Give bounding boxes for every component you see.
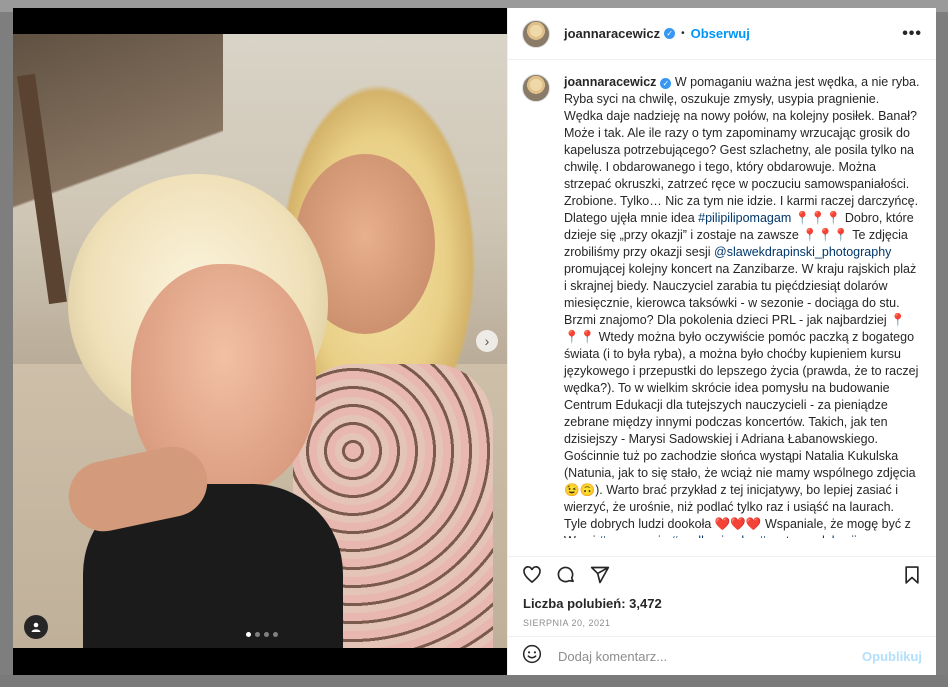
carousel-dot — [273, 632, 278, 637]
avatar[interactable] — [522, 74, 550, 102]
post-media: › — [13, 8, 507, 675]
comment-input[interactable] — [556, 647, 863, 665]
action-bar — [508, 556, 936, 592]
carousel-dot — [264, 632, 269, 637]
verified-icon: ✓ — [660, 78, 672, 89]
post-photo[interactable] — [13, 34, 507, 648]
post-date[interactable]: SIERPNIA 20, 2021 — [523, 618, 611, 628]
save-button[interactable] — [900, 563, 924, 587]
share-icon — [590, 566, 610, 583]
caption-tag-link[interactable]: #wędkanieryba — [671, 534, 755, 538]
carousel-dot — [246, 632, 251, 637]
more-options-button[interactable]: ••• — [902, 25, 922, 43]
post-header: joannaracewicz ✓ • Obserwuj ••• — [508, 8, 936, 60]
chevron-right-icon: › — [484, 333, 490, 349]
emoji-button[interactable] — [522, 644, 542, 669]
bookmark-icon — [905, 565, 919, 584]
post-sidebar: joannaracewicz ✓ • Obserwuj ••• joannara… — [507, 8, 936, 675]
caption-tag-link[interactable]: #pilipilipomagam — [698, 211, 791, 225]
carousel-next-button[interactable]: › — [476, 330, 498, 352]
comment-button[interactable] — [554, 563, 578, 587]
comments-scroll[interactable]: joannaracewicz ✓ W pomaganiu ważna jest w… — [508, 60, 936, 538]
carousel-dot — [255, 632, 260, 637]
caption-username[interactable]: joannaracewicz — [564, 75, 656, 89]
add-comment-bar: Opublikuj — [508, 636, 936, 675]
follow-button[interactable]: Obserwuj — [691, 26, 750, 41]
likes-count[interactable]: Liczba polubień: 3,472 — [523, 596, 662, 611]
comment-icon — [557, 566, 574, 582]
author-username[interactable]: joannaracewicz — [564, 26, 660, 41]
caption-tag-link[interactable]: #pomaganie — [599, 534, 668, 538]
verified-icon: ✓ — [664, 28, 676, 39]
caption-text: joannaracewicz ✓ W pomaganiu ważna jest w… — [564, 74, 920, 538]
post-modal: › joannaracewicz ✓ • Obserwuj ••• joanna… — [13, 8, 936, 675]
carousel-dots — [246, 632, 278, 637]
caption: joannaracewicz ✓ W pomaganiu ważna jest w… — [522, 74, 920, 538]
tagged-people-button[interactable] — [24, 615, 48, 639]
caption-tag-link[interactable]: @slawekdrapinski_photography — [714, 245, 891, 259]
like-button[interactable] — [520, 563, 544, 587]
smiley-icon — [522, 644, 542, 663]
caption-tag-link[interactable]: #centrumedukacji — [759, 534, 857, 538]
publish-button[interactable]: Opublikuj — [862, 649, 922, 664]
avatar[interactable] — [522, 19, 550, 48]
caption-text-segment: W pomaganiu ważna jest wędka, a nie ryba… — [564, 75, 920, 225]
person-icon — [31, 622, 41, 632]
heart-icon — [523, 565, 541, 583]
separator-dot: • — [681, 28, 685, 39]
caption-text-segment: promującej kolejny koncert na Zanzibarze… — [564, 262, 919, 538]
share-button[interactable] — [588, 563, 612, 587]
caption-body: W pomaganiu ważna jest wędka, a nie ryba… — [564, 75, 919, 538]
